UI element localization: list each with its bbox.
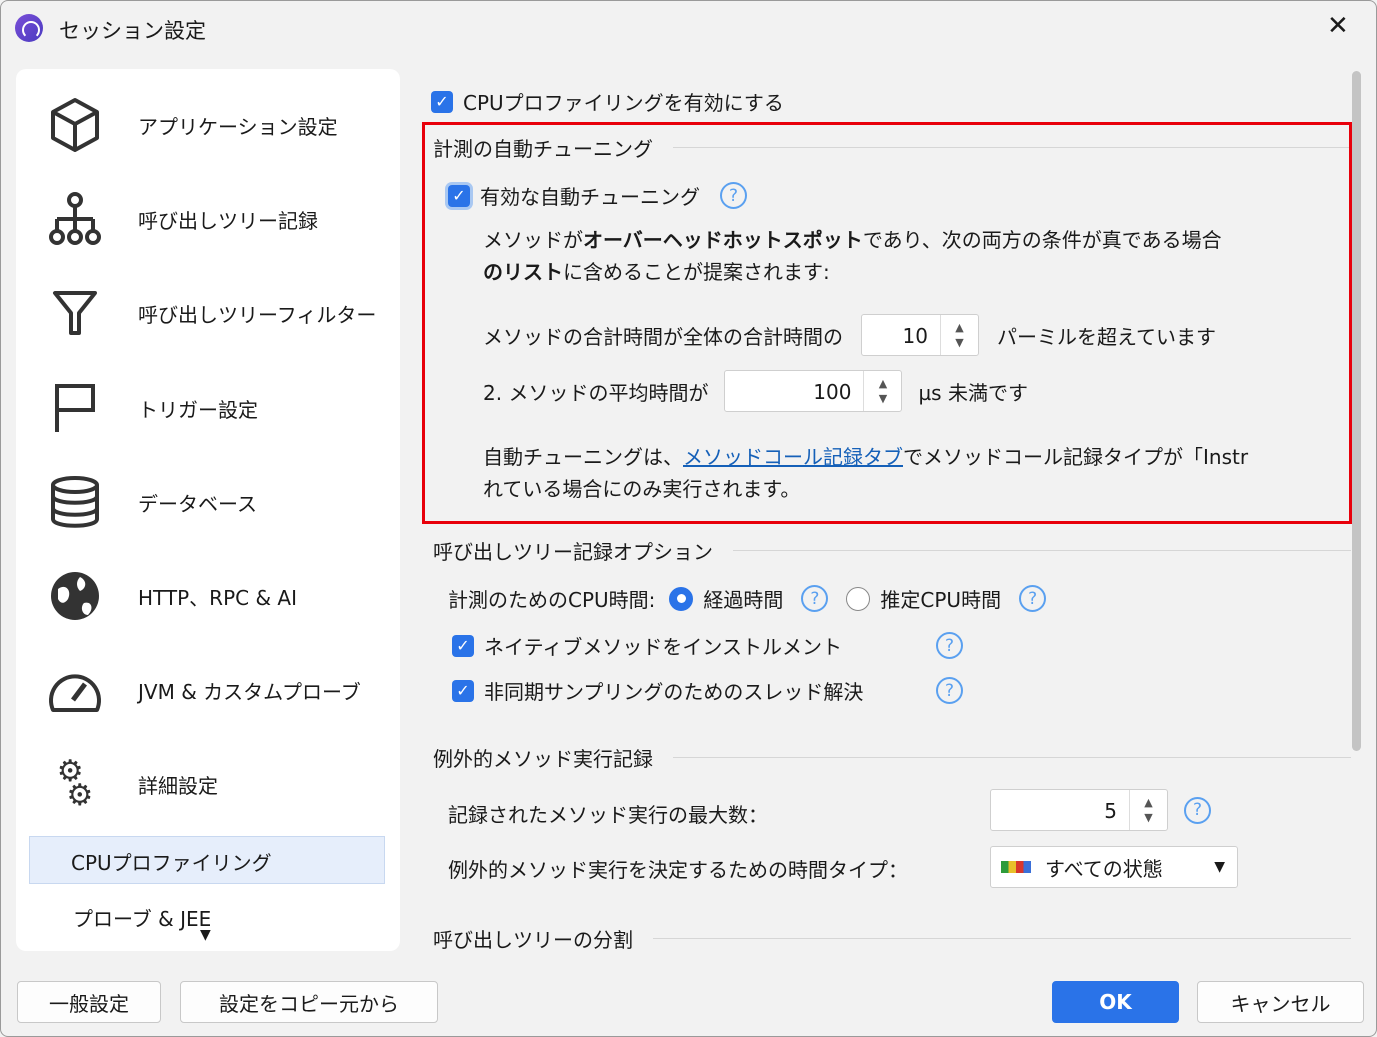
- sidebar-item-label: JVM & カスタムプローブ: [138, 679, 361, 704]
- checkbox-checked-icon: ✓: [452, 634, 474, 657]
- scrollbar[interactable]: [1352, 71, 1361, 751]
- spinner-arrows-icon[interactable]: ▲ ▼: [1129, 790, 1167, 830]
- sidebar: アプリケーション設定 呼び出しツリー記録 呼び出しツリーフィルター トリガー設定…: [16, 69, 400, 951]
- async-checkbox[interactable]: ✓ 非同期サンプリングのためのスレッド解決?: [452, 676, 963, 705]
- section-split: 呼び出しツリーの分割: [433, 924, 1351, 951]
- sidebar-item-advanced[interactable]: ⚙ ⚙ 詳細設定: [46, 755, 218, 813]
- max-executions: 5 ▲ ▼?: [990, 789, 1211, 831]
- radio-cpu[interactable]: [846, 586, 871, 611]
- checkbox-label: CPUプロファイリングを有効にする: [463, 91, 784, 115]
- gears-icon: ⚙ ⚙: [56, 754, 94, 813]
- sidebar-item-http[interactable]: HTTP、RPC & AI: [46, 567, 297, 625]
- tree-icon: [46, 190, 104, 248]
- sidebar-item-label: 呼び出しツリーフィルター: [138, 302, 377, 327]
- native-checkbox[interactable]: ✓ ネイティブメソッドをインストルメント?: [452, 631, 963, 660]
- help-icon[interactable]: ?: [936, 677, 963, 704]
- section-calltree-options: 呼び出しツリー記録オプション: [433, 536, 1351, 565]
- timetype-label: 例外的メソッド実行を決定するための時間タイプ：: [448, 858, 908, 882]
- all-states-icon: [1001, 861, 1031, 873]
- sidebar-item-calltree[interactable]: 呼び出しツリー記録: [46, 190, 318, 248]
- radio-elapsed[interactable]: [669, 586, 694, 611]
- general-settings-button[interactable]: 一般設定: [17, 981, 161, 1023]
- section-exceptional: 例外的メソッド実行記録: [433, 743, 1351, 772]
- radio-label[interactable]: 経過時間: [703, 584, 783, 613]
- sidebar-item-calltree-filter[interactable]: 呼び出しツリーフィルター: [46, 284, 376, 342]
- flag-icon: [46, 379, 104, 437]
- database-icon: [46, 473, 104, 531]
- ok-button[interactable]: OK: [1052, 981, 1179, 1023]
- help-icon[interactable]: ?: [1019, 585, 1047, 612]
- app-logo-icon: [15, 14, 43, 42]
- filter-icon: [46, 284, 104, 342]
- sidebar-item-label: 詳細設定: [138, 773, 218, 798]
- spinner-value[interactable]: 5: [991, 790, 1129, 830]
- chevron-down-icon: ▼: [1214, 859, 1225, 875]
- option-label: 計測のためのCPU時間:: [448, 588, 656, 612]
- checkbox-label: ネイティブメソッドをインストルメント: [484, 635, 842, 659]
- radio-label[interactable]: 推定CPU時間: [880, 584, 1001, 613]
- sidebar-item-label: トリガー設定: [138, 397, 258, 422]
- cancel-button[interactable]: キャンセル: [1197, 981, 1364, 1023]
- help-icon[interactable]: ?: [1184, 796, 1211, 824]
- checkbox-label: 非同期サンプリングのためのスレッド解決: [484, 680, 864, 704]
- scroll-down-icon[interactable]: ▼: [200, 927, 211, 943]
- checkbox-checked-icon: ✓: [452, 679, 474, 702]
- globe-icon: [46, 567, 104, 625]
- max-label: 記録されたメソッド実行の最大数：: [448, 803, 768, 827]
- sidebar-item-application[interactable]: アプリケーション設定: [46, 96, 338, 154]
- help-icon[interactable]: ?: [936, 632, 963, 659]
- sidebar-item-label: 呼び出しツリー記録: [138, 208, 318, 233]
- cpu-time-option: 計測のためのCPU時間: 経過時間? 推定CPU時間?: [448, 584, 1047, 613]
- highlight-box: [422, 122, 1352, 524]
- gauge-icon: [46, 661, 104, 719]
- timetype-dropdown[interactable]: すべての状態 ▼: [990, 846, 1238, 888]
- cube-icon: [46, 96, 104, 154]
- sidebar-subitem-cpu-profiling[interactable]: CPUプロファイリング: [29, 836, 385, 884]
- sidebar-item-jvm[interactable]: JVM & カスタムプローブ: [46, 661, 361, 719]
- checkbox-checked-icon: ✓: [431, 90, 453, 113]
- sidebar-item-database[interactable]: データベース: [46, 473, 257, 531]
- sidebar-item-label: HTTP、RPC & AI: [138, 585, 297, 610]
- window-title: セッション設定: [59, 19, 206, 43]
- help-icon[interactable]: ?: [801, 585, 829, 612]
- dropdown-value: すべての状態: [1045, 856, 1163, 881]
- sidebar-subitem-probes[interactable]: プローブ & JEE: [73, 903, 211, 932]
- copy-settings-button[interactable]: 設定をコピー元から: [180, 981, 438, 1023]
- max-executions-spinner[interactable]: 5 ▲ ▼: [990, 789, 1168, 831]
- close-icon[interactable]: ✕: [1327, 11, 1349, 41]
- sidebar-item-trigger[interactable]: トリガー設定: [46, 379, 258, 437]
- sidebar-item-label: データベース: [138, 491, 257, 516]
- sidebar-item-label: アプリケーション設定: [138, 114, 338, 139]
- enable-cpu-checkbox[interactable]: ✓ CPUプロファイリングを有効にする: [431, 87, 784, 116]
